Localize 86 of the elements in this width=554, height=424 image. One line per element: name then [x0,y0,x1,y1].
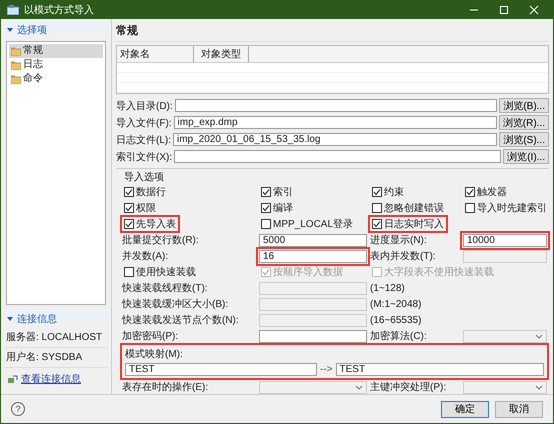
range-hint: (1~128) [370,282,406,294]
field-label: 表内并发数(T): [370,250,437,263]
browse-button[interactable]: 浏览(I)... [503,149,549,164]
field-label: 导入目录(D): [116,100,173,112]
browse-button[interactable]: 浏览(S)... [499,132,549,147]
chevron-down-icon [535,334,543,338]
folder-icon [11,46,21,56]
checkbox[interactable]: 编译 [259,201,295,215]
checkbox[interactable]: 导入时先建索引 [463,201,549,215]
checkbox-icon [465,203,475,213]
field-label: 快速装载缓冲区大小(B): [122,298,230,311]
checkbox-icon [372,219,382,229]
checkbox-icon [124,267,134,277]
input-field[interactable]: TEST [125,363,317,376]
field-label: 表存在时的操作(E): [122,380,210,394]
field-label: 日志文件(L): [116,134,171,146]
chevron-down-icon [535,384,543,390]
connection-link[interactable]: 查看连接信息 [21,372,81,386]
field-label: 模式映射(M): [125,348,184,361]
checkbox[interactable]: 触发器 [463,185,509,199]
checkbox-icon [261,267,271,277]
checkbox-icon [261,203,271,213]
connection-icon [8,374,18,384]
checkbox[interactable]: 索引 [259,185,295,199]
input-field[interactable] [174,150,502,163]
checkbox[interactable]: 权限 [122,201,158,215]
field-label: 快速装载线程数(T): [122,282,209,295]
checkbox[interactable]: 忽略创建错误 [370,201,446,215]
input-field[interactable]: 5000 [259,234,367,246]
tree-item[interactable]: 常规 [9,44,103,58]
input-field[interactable] [259,330,367,342]
checkbox-icon [261,187,271,197]
checkbox-icon [465,187,475,197]
field-label: 索引文件(X): [116,150,172,164]
maximize-icon[interactable] [499,5,509,15]
field-label: 并发数(A): [122,250,170,263]
checkbox-icon [124,187,134,197]
window-title: 以模式方式导入 [24,4,94,17]
connection-info: 服务器: LOCALHOST [4,329,108,348]
page-heading: 常规 [116,21,549,42]
field-label: 加密算法(C): [370,330,428,343]
folder-icon [11,60,21,70]
browse-button[interactable]: 浏览(B)... [499,98,549,113]
checkbox-icon [372,187,382,197]
dialog-button[interactable]: 确定 [441,400,489,418]
field-label: 主键冲突处理(P): [370,380,448,394]
close-icon[interactable] [529,5,539,15]
tree-item[interactable]: 日志 [9,58,103,72]
checkbox-icon [372,267,382,277]
field-label: 加密密码(P): [122,330,180,343]
checkbox[interactable]: 数据行 [122,185,168,199]
checkbox-icon [372,203,382,213]
mapping-arrow: --> [320,364,332,375]
group-title: 导入选项 [123,170,165,185]
connection-info: 用户名: SYSDBA [4,349,108,368]
browse-button[interactable]: 浏览(R)... [498,115,549,130]
field-label: 进度显示(N): [370,234,428,247]
field-label: 批量提交行数(R): [122,234,200,247]
column-header[interactable]: 对象类型 [194,46,249,62]
checkbox[interactable]: 使用快速装载 [122,265,198,279]
checkbox-icon [261,219,271,229]
input-field[interactable] [174,99,498,112]
checkbox-icon [124,203,134,213]
checkbox[interactable]: 日志实时写入 [370,217,446,231]
field-label: 导入文件(F): [116,116,172,130]
column-header[interactable]: 对象名 [117,46,194,62]
checkbox[interactable]: MPP_LOCAL登录 [259,217,356,231]
tree-item[interactable]: 命令 [9,72,103,86]
collapse-icon[interactable] [7,316,13,322]
range-hint: (M:1~2048) [370,298,422,310]
range-hint: (16~65535) [370,314,422,326]
input-field[interactable]: TEST [336,363,544,376]
section-title: 选择项 [17,24,47,37]
field-label: 快速装载发送节点个数(N): [122,314,240,327]
checkbox[interactable]: 先导入表 [122,217,178,231]
dialog-button[interactable]: 取消 [495,400,543,418]
collapse-icon[interactable] [7,27,13,33]
input-field[interactable]: imp_2020_01_06_15_53_35.log [173,133,498,146]
folder-icon [11,74,21,84]
checkbox[interactable]: 约束 [370,185,406,199]
app-icon [7,5,19,15]
chevron-down-icon [355,384,363,390]
input-field[interactable]: imp_exp.dmp [174,116,497,129]
checkbox-icon [124,219,134,229]
section-title: 连接信息 [17,312,57,326]
help-button[interactable]: ? [11,402,25,416]
